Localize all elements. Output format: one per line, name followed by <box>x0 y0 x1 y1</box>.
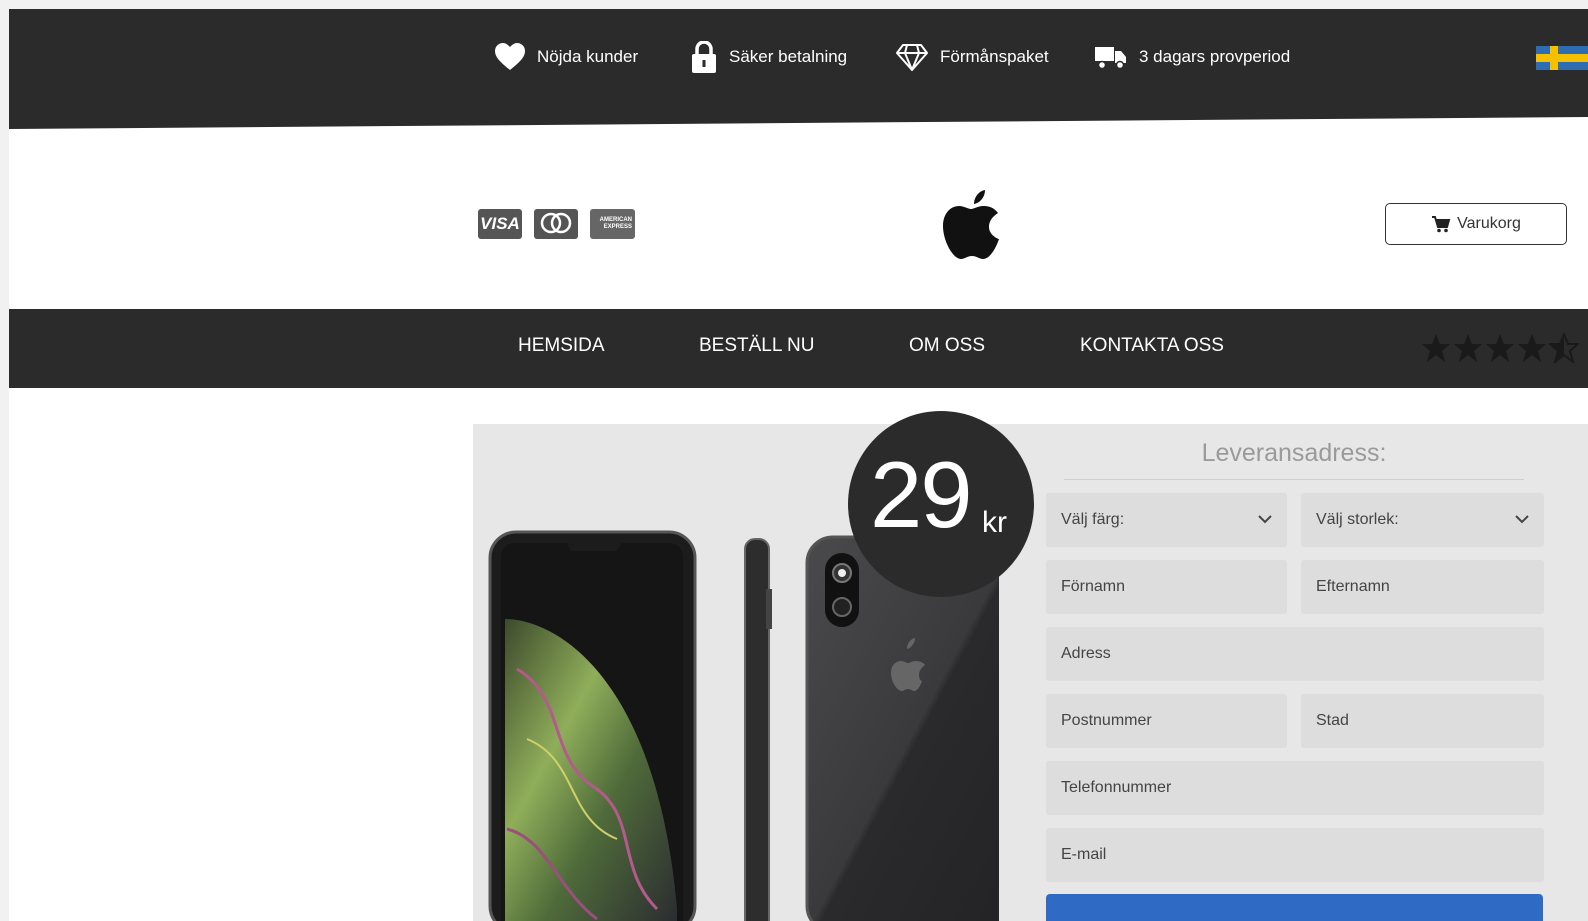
rating-stars <box>1421 333 1579 363</box>
heart-icon <box>495 43 525 70</box>
price-currency: kr <box>982 506 1007 539</box>
star-icon <box>1454 334 1482 362</box>
nav-item-home[interactable]: HEMSIDA <box>518 335 605 357</box>
size-select-label: Välj storlek: <box>1316 511 1399 528</box>
star-half-icon <box>1549 333 1579 363</box>
chevron-down-icon <box>1258 515 1272 524</box>
usp-secure-payment: Säker betalning <box>691 37 847 77</box>
header <box>9 129 1588 309</box>
nav-item-about-us[interactable]: OM OSS <box>909 335 985 357</box>
cart-button[interactable]: Varukorg <box>1385 203 1567 245</box>
color-select-label: Välj färg: <box>1061 511 1125 528</box>
price-value: 29 <box>870 442 973 547</box>
form-title: Leveransadress: <box>1201 439 1387 467</box>
cart-label: Varukorg <box>1457 215 1521 232</box>
size-select[interactable]: Välj storlek: <box>1301 493 1544 547</box>
apple-logo-icon <box>943 190 999 259</box>
truck-icon <box>1095 47 1126 70</box>
email-placeholder: E-mail <box>1061 846 1107 863</box>
last-name-field[interactable]: Efternamn <box>1301 560 1544 614</box>
form-divider <box>1064 479 1524 480</box>
chevron-down-icon <box>1515 515 1529 524</box>
phone-field[interactable]: Telefonnummer <box>1046 761 1544 815</box>
sweden-flag-icon[interactable] <box>1536 46 1588 70</box>
usp-trial-period: 3 dagars provperiod <box>1095 37 1290 77</box>
nav-item-order-now[interactable]: BESTÄLL NU <box>699 335 814 357</box>
address-placeholder: Adress <box>1061 645 1111 662</box>
city-field[interactable]: Stad <box>1301 694 1544 748</box>
postal-code-field[interactable]: Postnummer <box>1046 694 1287 748</box>
usp-label: 3 dagars provperiod <box>1139 47 1291 66</box>
usp-bar: Nöjda kunder Säker betalning Förmånspake… <box>9 9 1588 129</box>
phone-placeholder: Telefonnummer <box>1061 779 1172 796</box>
mastercard-circles-icon <box>540 212 572 234</box>
city-placeholder: Stad <box>1316 712 1349 729</box>
main-nav: HEMSIDA BESTÄLL NU OM OSS KONTAKTA OSS <box>9 309 1588 388</box>
amex-card-icon: AMERICAN EXPRESS <box>590 209 635 239</box>
usp-label: Säker betalning <box>729 47 848 66</box>
color-select[interactable]: Välj färg: <box>1046 493 1287 547</box>
price-badge: 29 kr <box>848 411 1034 597</box>
visa-card-icon: VISA <box>478 209 522 239</box>
nav-item-contact-us[interactable]: KONTAKTA OSS <box>1080 335 1224 357</box>
star-icon <box>1422 334 1450 362</box>
usp-label: Förmånspaket <box>940 47 1049 66</box>
cart-icon <box>1432 216 1451 233</box>
usp-benefits: Förmånspaket <box>896 37 1049 77</box>
lock-icon <box>692 41 716 73</box>
first-name-field[interactable]: Förnamn <box>1046 560 1287 614</box>
page: Nöjda kunder Säker betalning Förmånspake… <box>9 9 1588 921</box>
usp-label: Nöjda kunder <box>537 47 639 66</box>
star-icon <box>1486 334 1514 362</box>
address-field[interactable]: Adress <box>1046 627 1544 681</box>
postal-code-placeholder: Postnummer <box>1061 712 1152 729</box>
star-icon <box>1518 334 1546 362</box>
diamond-icon <box>896 44 928 71</box>
submit-button[interactable] <box>1046 894 1543 921</box>
first-name-placeholder: Förnamn <box>1061 578 1126 595</box>
email-field[interactable]: E-mail <box>1046 828 1544 882</box>
last-name-placeholder: Efternamn <box>1316 578 1390 595</box>
usp-satisfied-customers: Nöjda kunder <box>495 37 638 77</box>
mastercard-card-icon <box>534 209 578 239</box>
